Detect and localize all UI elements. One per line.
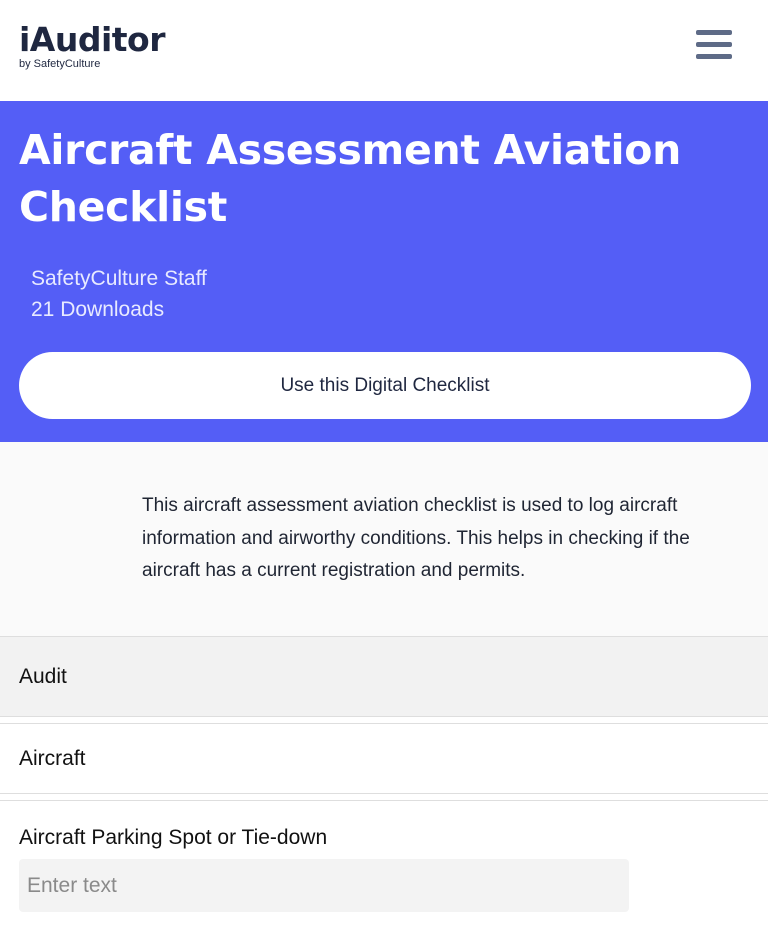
use-checklist-button[interactable]: Use this Digital Checklist (19, 352, 751, 419)
top-navigation-bar: iAuditor by SafetyCulture (0, 0, 768, 101)
logo-tagline: by SafetyCulture (19, 58, 101, 70)
logo-wordmark: iAuditor (19, 20, 166, 59)
template-meta: SafetyCulture Staff 21 Downloads (31, 263, 207, 325)
parking-spot-input[interactable] (19, 859, 629, 912)
iauditor-logo[interactable]: iAuditor by SafetyCulture (19, 20, 166, 71)
menu-bar-line (696, 30, 732, 35)
section-header-aircraft[interactable]: Aircraft (0, 723, 768, 794)
section-title-aircraft: Aircraft (19, 746, 86, 770)
checklist-description: This aircraft assessment aviation checkl… (142, 495, 690, 581)
page-title: Aircraft Assessment Aviation Checklist (19, 126, 681, 231)
section-header-audit[interactable]: Audit (0, 636, 768, 717)
section-divider (0, 800, 768, 801)
parking-spot-label: Aircraft Parking Spot or Tie-down (19, 826, 328, 849)
section-title-audit: Audit (19, 664, 67, 688)
author-label: SafetyCulture Staff (31, 267, 207, 290)
hamburger-menu-icon[interactable] (692, 30, 736, 66)
downloads-count: 21 Downloads (31, 298, 165, 321)
menu-bar-line (696, 42, 732, 47)
menu-bar-line (696, 54, 732, 59)
